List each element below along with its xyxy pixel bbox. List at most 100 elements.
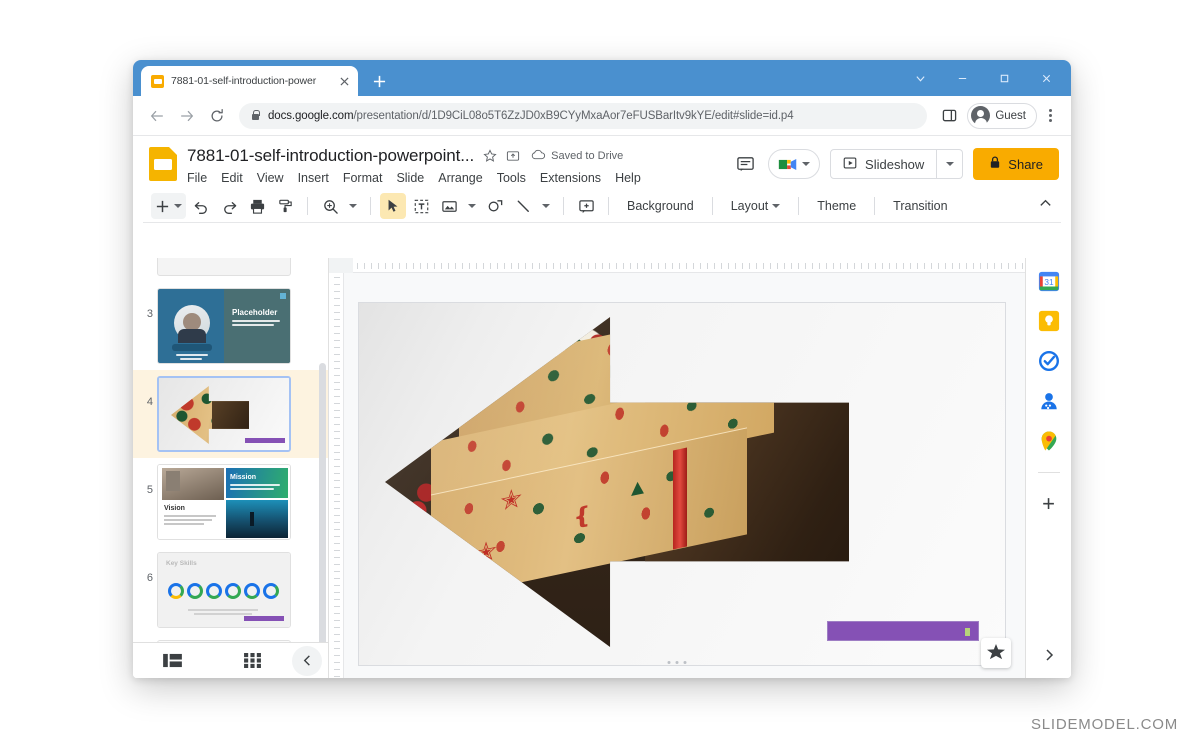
move-to-folder-icon[interactable] — [506, 149, 520, 163]
speaker-notes-handle[interactable] — [668, 661, 687, 664]
new-slide-button[interactable] — [151, 193, 186, 219]
slide-thumbnail[interactable]: Mission Vision — [157, 464, 291, 540]
thumbnail-title-b: Mission — [230, 474, 256, 481]
google-tasks-icon[interactable] — [1038, 350, 1060, 372]
comment-icon[interactable] — [732, 151, 758, 177]
share-button[interactable]: Share — [973, 148, 1059, 180]
close-icon[interactable] — [1025, 60, 1067, 96]
filmstrip-bottom-bar — [133, 642, 328, 678]
lock-icon — [989, 156, 1001, 172]
background-button[interactable]: Background — [618, 193, 703, 219]
layout-label: Layout — [731, 199, 769, 213]
slideshow-dropdown[interactable] — [937, 149, 963, 179]
menu-slide[interactable]: Slide — [396, 171, 424, 185]
star-icon[interactable] — [483, 149, 497, 163]
new-tab-button[interactable] — [367, 69, 391, 93]
thumbnail-title: Placeholder — [232, 308, 277, 317]
slide-thumbnail[interactable]: Key Skills — [157, 552, 291, 628]
print-icon[interactable] — [244, 193, 270, 219]
cursor-arrow-icon[interactable] — [380, 193, 406, 219]
horizontal-ruler — [353, 258, 1025, 273]
list-item-selected[interactable]: 4 — [133, 370, 328, 458]
thumbnail-title-a: Vision — [164, 505, 185, 512]
line-icon[interactable] — [510, 193, 536, 219]
maximize-icon[interactable] — [983, 60, 1025, 96]
menu-arrange[interactable]: Arrange — [438, 171, 482, 185]
slide-number: 3 — [137, 288, 153, 320]
google-maps-icon[interactable] — [1038, 430, 1060, 452]
google-slides-app: 7881-01-self-introduction-powerpoint... … — [133, 136, 1071, 678]
chevron-right-icon[interactable] — [1042, 648, 1056, 666]
theme-button[interactable]: Theme — [808, 193, 865, 219]
back-arrow-icon[interactable] — [143, 102, 171, 130]
menu-format[interactable]: Format — [343, 171, 383, 185]
redo-icon[interactable] — [216, 193, 242, 219]
slide-filmstrip: 2 3 — [133, 258, 329, 678]
shape-handle[interactable] — [965, 628, 970, 636]
google-contacts-icon[interactable] — [1038, 390, 1060, 412]
close-icon[interactable] — [337, 74, 352, 89]
slideshow-button[interactable]: Slideshow — [830, 149, 937, 179]
slide-canvas-area[interactable]: ✭ ✭ ❴ ▲ — [329, 258, 1025, 678]
browser-tab[interactable]: 7881-01-self-introduction-power — [141, 66, 358, 96]
chevron-up-icon[interactable] — [1038, 196, 1053, 216]
list-item[interactable]: 6 Key Skills — [133, 546, 328, 634]
shape-icon[interactable] — [482, 193, 508, 219]
address-bar[interactable]: docs.google.com/presentation/d/1D9CiL08o… — [239, 103, 927, 129]
explore-icon[interactable] — [981, 638, 1011, 668]
add-comment-icon[interactable] — [573, 193, 599, 219]
menu-tools[interactable]: Tools — [497, 171, 526, 185]
image-icon[interactable] — [436, 193, 462, 219]
url-text: docs.google.com/presentation/d/1D9CiL08o… — [268, 110, 794, 122]
paint-format-icon[interactable] — [272, 193, 298, 219]
transition-button[interactable]: Transition — [884, 193, 956, 219]
filmstrip-view-icon[interactable] — [133, 653, 213, 668]
current-slide[interactable]: ✭ ✭ ❴ ▲ — [358, 302, 1006, 666]
layout-button[interactable]: Layout — [722, 193, 790, 219]
menu-edit[interactable]: Edit — [221, 171, 243, 185]
editor-toolbar: Background Layout Theme Transition — [143, 190, 1061, 222]
slide-thumbnail[interactable] — [157, 258, 291, 276]
chevron-down-icon[interactable] — [899, 60, 941, 96]
slide-thumbnail[interactable]: Placeholder — [157, 288, 291, 364]
profile-chip[interactable]: Guest — [967, 103, 1037, 129]
line-dropdown[interactable] — [538, 193, 554, 219]
undo-icon[interactable] — [188, 193, 214, 219]
list-item[interactable]: 3 Placeholder — [133, 282, 328, 370]
list-item[interactable]: 5 Mission Vision — [133, 458, 328, 546]
filmstrip-scroll-region[interactable]: 2 3 — [133, 258, 328, 642]
reload-icon[interactable] — [203, 102, 231, 130]
chevron-left-icon[interactable] — [292, 646, 322, 676]
profile-label: Guest — [995, 110, 1026, 122]
list-item[interactable]: 2 — [133, 258, 328, 282]
document-title[interactable]: 7881-01-self-introduction-powerpoint... — [187, 146, 474, 166]
work-area: 2 3 — [133, 258, 1071, 678]
forward-arrow-icon[interactable] — [173, 102, 201, 130]
menu-extensions[interactable]: Extensions — [540, 171, 601, 185]
add-addon-button[interactable]: + — [1042, 493, 1055, 515]
vertical-scrollbar[interactable] — [319, 363, 326, 663]
menu-help[interactable]: Help — [615, 171, 641, 185]
menu-insert[interactable]: Insert — [298, 171, 329, 185]
kebab-menu-icon[interactable] — [1039, 109, 1061, 123]
google-calendar-icon[interactable]: 31 — [1038, 270, 1060, 292]
chevron-down-icon — [772, 204, 780, 208]
side-panel-icon[interactable] — [935, 102, 963, 130]
grid-view-icon[interactable] — [213, 653, 293, 668]
google-slides-logo[interactable] — [149, 147, 177, 181]
explore-glyph — [987, 644, 1005, 662]
image-dropdown[interactable] — [464, 193, 480, 219]
tab-strip: 7881-01-self-introduction-power — [133, 60, 1071, 96]
google-meet-button[interactable] — [768, 149, 820, 179]
zoom-dropdown[interactable] — [345, 193, 361, 219]
minimize-icon[interactable] — [941, 60, 983, 96]
zoom-icon[interactable] — [317, 193, 343, 219]
text-box-icon[interactable] — [408, 193, 434, 219]
menu-view[interactable]: View — [257, 171, 284, 185]
calendar-day: 31 — [1044, 278, 1054, 287]
google-keep-icon[interactable] — [1038, 310, 1060, 332]
menu-file[interactable]: File — [187, 171, 207, 185]
list-item[interactable]: 7 Education — [133, 634, 328, 642]
purple-rectangle-shape[interactable] — [827, 621, 979, 641]
slide-thumbnail[interactable] — [157, 376, 291, 452]
